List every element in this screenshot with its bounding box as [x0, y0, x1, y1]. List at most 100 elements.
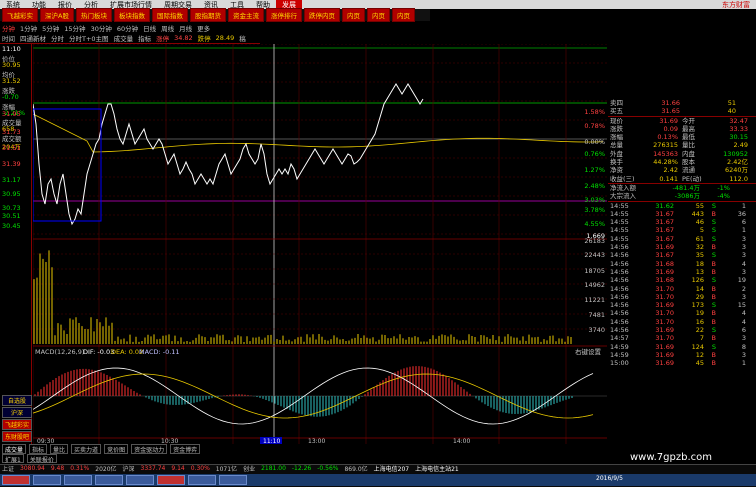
tick-side: S	[704, 326, 716, 334]
quick-tab-1[interactable]: 深沪A股	[40, 8, 74, 22]
tick-row: 14:57 31.70 7 B 3	[608, 334, 756, 342]
period-7[interactable]: 周线	[161, 23, 174, 33]
period-1[interactable]: 1分钟	[20, 23, 37, 33]
quick-tab-3[interactable]: 板块指数	[114, 8, 150, 22]
index-value: 3337.74	[141, 465, 166, 472]
tick-time: 14:56	[608, 276, 644, 284]
stat-value: 0.141	[638, 175, 678, 183]
bottom-tab2-1[interactable]: 关联报价	[27, 454, 57, 463]
side-button-2[interactable]: 飞越彩实	[2, 419, 32, 430]
tick-side: B	[704, 293, 716, 301]
chart-tool-0[interactable]: 时间	[2, 33, 15, 43]
tick-row: 14:56 31.67 35 S 3	[608, 251, 756, 259]
tick-side: B	[704, 318, 716, 326]
quick-tab-7[interactable]: 涨停排行	[266, 8, 302, 22]
tick-side: S	[704, 218, 716, 226]
chart-tool-6[interactable]: 涨停	[156, 33, 169, 43]
price-tick-7: 30.51	[2, 212, 21, 220]
chart-tool-4[interactable]: 成交量	[114, 33, 134, 43]
bottom-tab-2[interactable]: 量比	[50, 444, 68, 454]
period-8[interactable]: 月线	[179, 23, 192, 33]
taskbar-start[interactable]	[2, 475, 30, 485]
bottom-tab2-0[interactable]: 扩展1	[2, 454, 24, 463]
bottom-tab-1[interactable]: 指标	[29, 444, 47, 454]
period-6[interactable]: 日线	[143, 23, 156, 33]
quick-tab-8[interactable]: 跌停内页	[304, 8, 340, 22]
tick-volume: 22	[674, 326, 704, 334]
chart-tool-9[interactable]: 28.49	[216, 34, 235, 42]
period-5[interactable]: 60分钟	[117, 23, 138, 33]
price-tick-3: 31.39	[2, 160, 21, 168]
tick-side: B	[704, 285, 716, 293]
quick-tab-5[interactable]: 股指期货	[190, 8, 226, 22]
bottom-tab-3[interactable]: 买卖力道	[71, 444, 101, 454]
quick-tab-2[interactable]: 热门板块	[76, 8, 112, 22]
taskbar-app-2[interactable]	[64, 475, 92, 485]
quick-tab-0[interactable]: 飞越彩实	[2, 8, 38, 22]
quick-tab-6[interactable]: 资金主流	[228, 8, 264, 22]
tick-volume: 29	[674, 293, 704, 301]
quick-tab-9[interactable]: 内页	[342, 8, 365, 22]
tick-row: 14:55 31.67 61 S 3	[608, 235, 756, 243]
ob-label: 卖四	[608, 99, 638, 107]
period-0[interactable]: 分钟	[2, 23, 15, 33]
tick-price: 31.69	[644, 243, 674, 251]
tick-volume: 124	[674, 343, 704, 351]
tick-volume: 7	[674, 334, 704, 342]
chart-tool-3[interactable]: 分时T+0主图	[69, 33, 109, 43]
quick-tab-11[interactable]: 内页	[392, 8, 415, 22]
taskbar-app-7[interactable]	[219, 475, 247, 485]
bottom-tab-4[interactable]: 竞价图	[104, 444, 128, 454]
tick-row: 14:56 31.69 32 B 3	[608, 243, 756, 251]
taskbar-app-5[interactable]	[157, 475, 185, 485]
quick-tab-4[interactable]: 国际指数	[152, 8, 188, 22]
pct-tick-8: 4.55%	[584, 220, 605, 228]
tick-count: 4	[716, 260, 746, 268]
tick-row: 14:59 31.69 12 B 3	[608, 351, 756, 359]
period-9[interactable]: 更多	[197, 23, 210, 33]
period-4[interactable]: 30分钟	[91, 23, 112, 33]
bottom-tab-6[interactable]: 资金博弈	[170, 444, 200, 454]
stat-key: 现价	[608, 117, 638, 125]
tick-time: 14:56	[608, 293, 644, 301]
stat-key: 最高	[678, 125, 710, 133]
index-value: 1071亿	[216, 464, 237, 473]
stat-key: 总量	[608, 141, 638, 149]
tick-side: S	[704, 343, 716, 351]
tick-price: 31.67	[644, 226, 674, 234]
index-value: -12.26	[292, 465, 311, 472]
tick-time: 15:00	[608, 359, 644, 367]
tick-price: 31.69	[644, 343, 674, 351]
tick-price: 31.67	[644, 218, 674, 226]
quick-tab-10[interactable]: 内页	[367, 8, 390, 22]
tick-volume: 55	[674, 202, 704, 210]
index-value: 2181.00	[261, 465, 286, 472]
taskbar-app-4[interactable]	[126, 475, 154, 485]
taskbar-app-3[interactable]	[95, 475, 123, 485]
side-button-1[interactable]: 沪深	[2, 407, 32, 418]
chart-tool-5[interactable]: 指标	[138, 33, 151, 43]
period-2[interactable]: 5分钟	[42, 23, 59, 33]
tick-time: 14:59	[608, 343, 644, 351]
taskbar-app-1[interactable]	[33, 475, 61, 485]
index-value: 9.48	[51, 465, 64, 472]
chart-tool-2[interactable]: 分时	[51, 33, 64, 43]
side-button-3[interactable]: 东财股吧	[2, 431, 32, 442]
macd-hint[interactable]: 右键设置	[575, 347, 602, 356]
chart-canvas[interactable]: 1.58% 0.78% 0.00% 0.76% 1.27% 2.48% 3.03% 3.78%…	[33, 44, 607, 444]
tick-count: 6	[716, 218, 746, 226]
stat-value: 32.47	[710, 117, 748, 125]
stat-value: 145363	[638, 150, 678, 158]
side-button-0[interactable]: 自选股	[2, 395, 32, 406]
tick-time: 14:56	[608, 326, 644, 334]
intraday-chart[interactable]: 1.58% 0.78% 0.00% 0.76% 1.27% 2.48% 3.03% 3.78%…	[33, 44, 607, 444]
bottom-tab-5[interactable]: 资金驱动力	[131, 444, 167, 454]
ob-label: 买五	[608, 107, 638, 115]
taskbar-app-6[interactable]	[188, 475, 216, 485]
bottom-tab-0[interactable]: 成交量	[2, 444, 26, 454]
chart-tool-8[interactable]: 跌停	[198, 33, 211, 43]
chart-tool-1[interactable]: 四通新材	[20, 33, 46, 43]
period-3[interactable]: 15分钟	[64, 23, 85, 33]
chart-tool-7[interactable]: 34.82	[174, 34, 193, 42]
chart-tool-10[interactable]: 稿	[239, 33, 246, 43]
